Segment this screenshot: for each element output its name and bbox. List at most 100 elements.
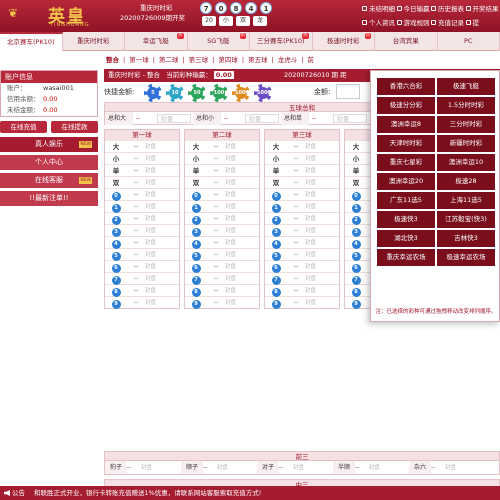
amount-input[interactable]	[336, 84, 360, 99]
number-bet-row[interactable]: 4 -- 封盘	[265, 236, 339, 249]
menu-profile[interactable]: 个人资讯	[362, 17, 397, 27]
menu-withdraw[interactable]: 提	[465, 17, 500, 27]
lottery-picker-item[interactable]: 1.5分时时彩	[437, 97, 495, 114]
menu-today-result[interactable]: 今日输赢	[396, 3, 432, 13]
bet-row[interactable]: 大 -- 封盘	[105, 140, 179, 152]
amount-chip[interactable]: 5	[144, 84, 162, 102]
menu-unsettled[interactable]: 未结明细	[362, 3, 397, 13]
lottery-picker-item[interactable]: 吉林快3	[437, 230, 495, 247]
play-type-link[interactable]: 龙虎斗	[278, 51, 298, 69]
bet-amount-input[interactable]: 封盘	[145, 213, 175, 224]
live-casino-link[interactable]: 真人娱乐 NEW	[0, 137, 98, 152]
number-bet-row[interactable]: 6 -- 封盘	[105, 260, 179, 273]
number-bet-row[interactable]: 0 -- 封盘	[265, 188, 339, 201]
bet-amount-input[interactable]: 封盘	[225, 165, 255, 176]
bet-amount-input[interactable]: 封盘	[305, 141, 335, 152]
bet-amount-input[interactable]: 封盘	[305, 189, 335, 200]
bet-amount-input[interactable]: 封盘	[305, 297, 335, 308]
bet-amount-input[interactable]: 封盘	[217, 461, 257, 474]
lottery-picker-item[interactable]: 极速快3	[377, 211, 435, 228]
bet-amount-input[interactable]: 封盘	[225, 153, 255, 164]
bet-amount-input[interactable]: 封盘	[157, 114, 191, 123]
tab-lottery[interactable]: SG飞艇 新	[188, 32, 250, 51]
number-bet-row[interactable]: 6 -- 封盘	[185, 260, 259, 273]
lottery-picker-item[interactable]: 湖北快3	[377, 230, 435, 247]
bet-amount-input[interactable]: 封盘	[225, 225, 255, 236]
bet-amount-input[interactable]: 封盘	[225, 285, 255, 296]
amount-chip[interactable]: 10	[166, 84, 184, 102]
number-bet-row[interactable]: 7 -- 封盘	[105, 272, 179, 285]
bet-amount-input[interactable]: 封盘	[145, 141, 175, 152]
bet-amount-input[interactable]: 封盘	[445, 461, 485, 474]
amount-chip[interactable]: 1000	[232, 84, 250, 102]
tab-lottery[interactable]: PC	[438, 32, 500, 51]
number-bet-row[interactable]: 9 -- 封盘	[265, 296, 339, 309]
lottery-picker-item[interactable]: 广东11选5	[377, 192, 435, 209]
bet-row[interactable]: 单 -- 封盘	[185, 164, 259, 176]
tab-lottery[interactable]: 极速时时彩热	[313, 32, 375, 51]
bet-row[interactable]: 单 -- 封盘	[265, 164, 339, 176]
number-bet-row[interactable]: 4 -- 封盘	[185, 236, 259, 249]
lottery-picker-item[interactable]: 新疆时时彩	[437, 135, 495, 152]
lottery-picker-item[interactable]: 极速分分彩	[377, 97, 435, 114]
bet-amount-input[interactable]: 封盘	[145, 285, 175, 296]
bet-amount-input[interactable]: 封盘	[225, 201, 255, 212]
number-bet-row[interactable]: 0 -- 封盘	[105, 188, 179, 201]
lottery-picker-item[interactable]: 极速28	[437, 173, 495, 190]
bet-amount-input[interactable]: 封盘	[305, 153, 335, 164]
amount-chip[interactable]: 100	[210, 84, 228, 102]
brand-logo[interactable]: ❦ 英皇 YINGHUANG	[6, 2, 106, 30]
bet-amount-input[interactable]: 封盘	[305, 249, 335, 260]
lottery-picker-item[interactable]: 重庆七星彩	[377, 154, 435, 171]
tab-lottery[interactable]: 北京赛车(PK10)	[0, 32, 63, 51]
menu-history[interactable]: 历史报表	[431, 3, 466, 13]
online-support-link[interactable]: 在线客服 NEW	[0, 173, 98, 188]
bet-amount-input[interactable]: 封盘	[145, 237, 175, 248]
bet-amount-input[interactable]: 封盘	[305, 273, 335, 284]
lottery-picker-item[interactable]: 重庆幸运农场	[377, 249, 435, 266]
number-bet-row[interactable]: 1 -- 封盘	[105, 200, 179, 213]
bet-amount-input[interactable]: 封盘	[225, 141, 255, 152]
play-type-link[interactable]: 第三球	[189, 51, 209, 69]
bet-amount-input[interactable]: 封盘	[225, 189, 255, 200]
number-bet-row[interactable]: 8 -- 封盘	[185, 284, 259, 297]
bet-row[interactable]: 双 -- 封盘	[265, 176, 339, 188]
bet-row[interactable]: 小 -- 封盘	[185, 152, 259, 164]
number-bet-row[interactable]: 8 -- 封盘	[105, 284, 179, 297]
deposit-button[interactable]: 在线充值	[0, 121, 47, 133]
bet-row[interactable]: 双 -- 封盘	[105, 176, 179, 188]
bet-amount-input[interactable]: 封盘	[145, 189, 175, 200]
tab-lottery[interactable]: 台湾宾果	[375, 32, 438, 51]
play-type-link[interactable]: 第五球	[248, 51, 268, 69]
lottery-picker-item[interactable]: 澳洲幸运8	[377, 116, 435, 133]
bet-amount-input[interactable]: 封盘	[145, 261, 175, 272]
lottery-picker-item[interactable]: 江苏骰宝(快3)	[437, 211, 495, 228]
bet-amount-input[interactable]: 封盘	[225, 249, 255, 260]
number-bet-row[interactable]: 9 -- 封盘	[105, 296, 179, 309]
bet-amount-input[interactable]: 封盘	[141, 461, 181, 474]
play-type-link[interactable]: 整合	[106, 51, 119, 69]
play-type-link[interactable]: 第一球	[129, 51, 149, 69]
number-bet-row[interactable]: 3 -- 封盘	[105, 224, 179, 237]
bet-amount-input[interactable]: 封盘	[293, 461, 333, 474]
number-bet-row[interactable]: 7 -- 封盘	[265, 272, 339, 285]
bet-amount-input[interactable]: 封盘	[145, 297, 175, 308]
bet-amount-input[interactable]: 封盘	[305, 165, 335, 176]
amount-chip[interactable]: 50	[188, 84, 206, 102]
number-bet-row[interactable]: 5 -- 封盘	[105, 248, 179, 261]
lottery-picker-item[interactable]: 天津时时彩	[377, 135, 435, 152]
bet-amount-input[interactable]: 封盘	[305, 213, 335, 224]
lottery-picker-item[interactable]: 澳洲幸运10	[437, 154, 495, 171]
number-bet-row[interactable]: 1 -- 封盘	[185, 200, 259, 213]
number-bet-row[interactable]: 0 -- 封盘	[185, 188, 259, 201]
lottery-picker-item[interactable]: 上海11选5	[437, 192, 495, 209]
bet-row[interactable]: 大 -- 封盘	[185, 140, 259, 152]
bet-row[interactable]: 小 -- 封盘	[265, 152, 339, 164]
bet-amount-input[interactable]: 封盘	[225, 237, 255, 248]
menu-rules[interactable]: 游戏规则	[396, 17, 432, 27]
lottery-picker-item[interactable]: 香港六合彩	[377, 78, 435, 95]
tab-lottery[interactable]: 重庆时时彩	[63, 32, 125, 51]
number-bet-row[interactable]: 4 -- 封盘	[105, 236, 179, 249]
amount-chip[interactable]: 5000	[254, 84, 272, 102]
menu-draw-results[interactable]: 开奖结果	[465, 3, 500, 13]
